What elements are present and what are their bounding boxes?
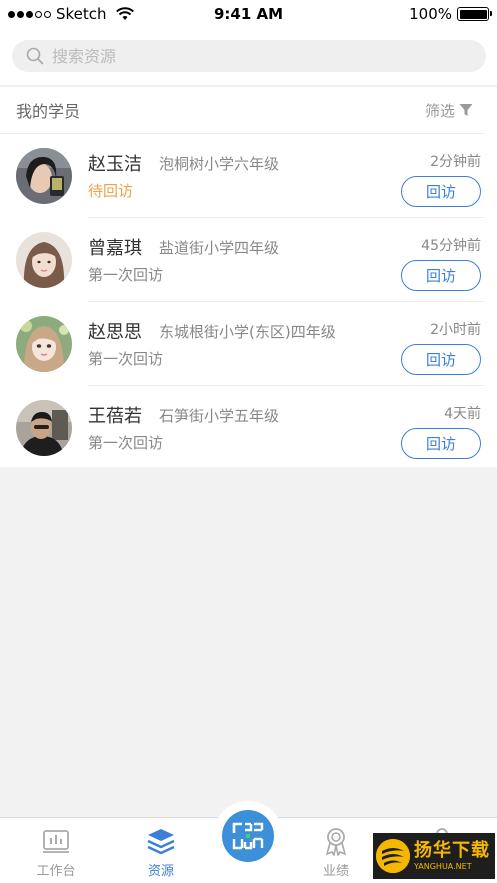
- student-row[interactable]: 赵思思 东城根街小学(东区)四年级 第一次回访 2小时前 回访: [0, 302, 497, 386]
- revisit-button[interactable]: 回访: [401, 176, 481, 207]
- visit-status: 第一次回访: [88, 266, 164, 284]
- avatar: [16, 148, 72, 204]
- revisit-button[interactable]: 回访: [401, 344, 481, 375]
- filter-button[interactable]: 筛选: [425, 100, 473, 121]
- timestamp: 4天前: [444, 406, 481, 422]
- watermark-subtext: YANGHUA.NET: [414, 861, 472, 871]
- student-row[interactable]: 赵玉洁 泡桐树小学六年级 待回访 2分钟前 回访: [0, 134, 497, 218]
- student-school: 盐道街小学四年级: [159, 239, 280, 257]
- watermark-text: 扬华下载: [414, 839, 490, 861]
- student-school: 石笋街小学五年级: [159, 407, 280, 425]
- student-school: 东城根街小学(东区)四年级: [159, 323, 336, 341]
- watermark-emblem-icon: [376, 839, 410, 873]
- search-input[interactable]: [52, 46, 452, 66]
- timestamp: 2分钟前: [430, 154, 481, 170]
- scan-button[interactable]: [222, 810, 274, 862]
- scan-icon: [232, 822, 264, 850]
- student-name: 赵玉洁: [88, 154, 142, 175]
- status-bar: Sketch 9:41 AM 100%: [0, 0, 497, 30]
- filter-label: 筛选: [424, 101, 455, 120]
- revisit-button[interactable]: 回访: [401, 428, 481, 459]
- visit-status: 待回访: [88, 182, 134, 200]
- student-name: 曾嘉琪: [88, 238, 142, 259]
- battery-info: 100%: [409, 5, 492, 23]
- search-icon: [26, 47, 44, 65]
- tab-label: 业绩: [322, 864, 349, 879]
- funnel-icon: [459, 104, 473, 116]
- student-row[interactable]: 王蓓若 石笋街小学五年级 第一次回访 4天前 回访: [0, 386, 497, 470]
- medal-icon: [325, 828, 347, 856]
- tab-label: 工作台: [36, 864, 76, 879]
- layers-icon: [147, 829, 175, 855]
- avatar: [16, 316, 72, 372]
- timestamp: 45分钟前: [421, 238, 481, 254]
- student-name: 赵思思: [88, 322, 142, 343]
- student-list-panel: 我的学员 筛选 赵玉洁 泡桐树小学六年级 待回访 2分钟前 回访 曾嘉琪 盐道街…: [0, 87, 497, 467]
- search-bar: [0, 30, 497, 86]
- timestamp: 2小时前: [430, 322, 481, 338]
- avatar: [16, 400, 72, 456]
- student-row[interactable]: 曾嘉琪 盐道街小学四年级 第一次回访 45分钟前 回访: [0, 218, 497, 302]
- visit-status: 第一次回访: [88, 350, 164, 368]
- search-field[interactable]: [12, 40, 486, 72]
- revisit-button[interactable]: 回访: [401, 260, 481, 291]
- avatar: [16, 232, 72, 288]
- list-title: 我的学员: [16, 102, 81, 121]
- battery-percent: 100%: [409, 5, 452, 23]
- student-school: 泡桐树小学六年级: [159, 155, 280, 173]
- list-header: 我的学员 筛选: [0, 87, 485, 134]
- tab-resources[interactable]: 资源: [121, 826, 201, 879]
- visit-status: 第一次回访: [88, 434, 164, 452]
- chart-icon: [43, 830, 69, 853]
- student-name: 王蓓若: [88, 406, 142, 427]
- battery-icon: [457, 7, 492, 21]
- watermark-logo: 扬华下载 YANGHUA.NET: [373, 833, 495, 879]
- tab-label: 资源: [147, 864, 174, 879]
- tab-workbench[interactable]: 工作台: [16, 826, 96, 879]
- tab-performance[interactable]: 业绩: [296, 826, 376, 879]
